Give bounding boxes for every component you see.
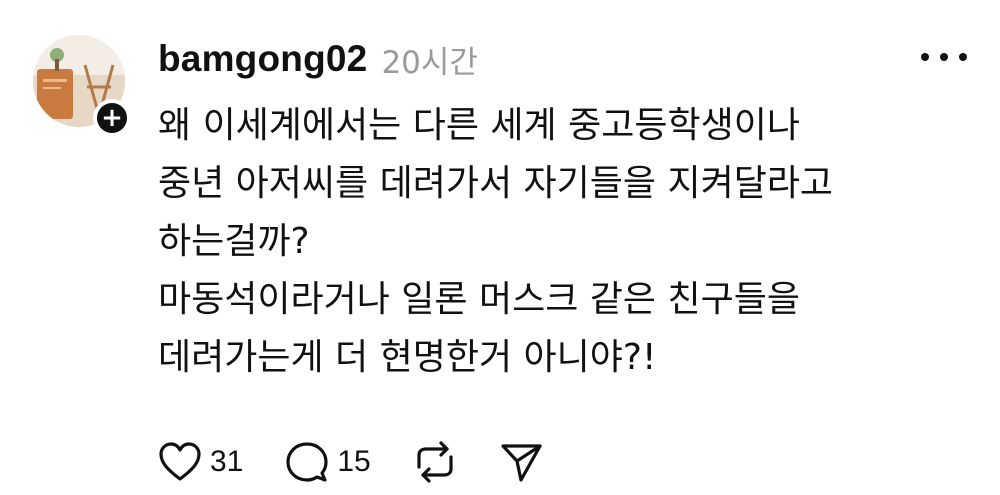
more-dots-icon: [940, 53, 948, 61]
repost-button[interactable]: [413, 441, 457, 483]
post-text-line: 마동석이라거나 일론 머스크 같은 친구들을: [158, 279, 800, 320]
post-text-line: 데려가는게 더 현명한거 아니야?!: [158, 337, 657, 378]
post-time: 20시간: [381, 44, 478, 81]
repost-icon: [417, 441, 453, 483]
like-count: 31: [210, 445, 244, 478]
comment-count: 15: [337, 445, 371, 478]
more-dots-icon: [959, 53, 967, 61]
share-button[interactable]: [499, 441, 543, 483]
post-text-line: 중년 아저씨를 데려가서 자기들을 지켜달라고: [158, 163, 834, 204]
follow-button[interactable]: +: [93, 99, 131, 137]
more-options-button[interactable]: [921, 44, 967, 70]
heart-icon: [159, 442, 201, 481]
post-text-line: 하는걸까?: [158, 221, 310, 262]
like-button[interactable]: 31: [158, 441, 243, 483]
comment-bubble-icon: [286, 442, 328, 482]
share-send-icon: [501, 444, 542, 482]
action-bar: 31 15: [158, 436, 585, 488]
username[interactable]: bamgong02: [158, 38, 367, 80]
plus-icon: +: [101, 103, 123, 133]
post-text-line: 왜 이세계에서는 다른 세계 중고등학생이나: [158, 105, 800, 146]
avatar-container[interactable]: +: [33, 35, 131, 137]
post-header: bamgong02 20시간: [158, 34, 478, 84]
comment-button[interactable]: 15: [285, 441, 371, 483]
post-body: 왜 이세계에서는 다른 세계 중고등학생이나 중년 아저씨를 데려가서 자기들을…: [158, 97, 978, 387]
more-dots-icon: [921, 53, 929, 61]
